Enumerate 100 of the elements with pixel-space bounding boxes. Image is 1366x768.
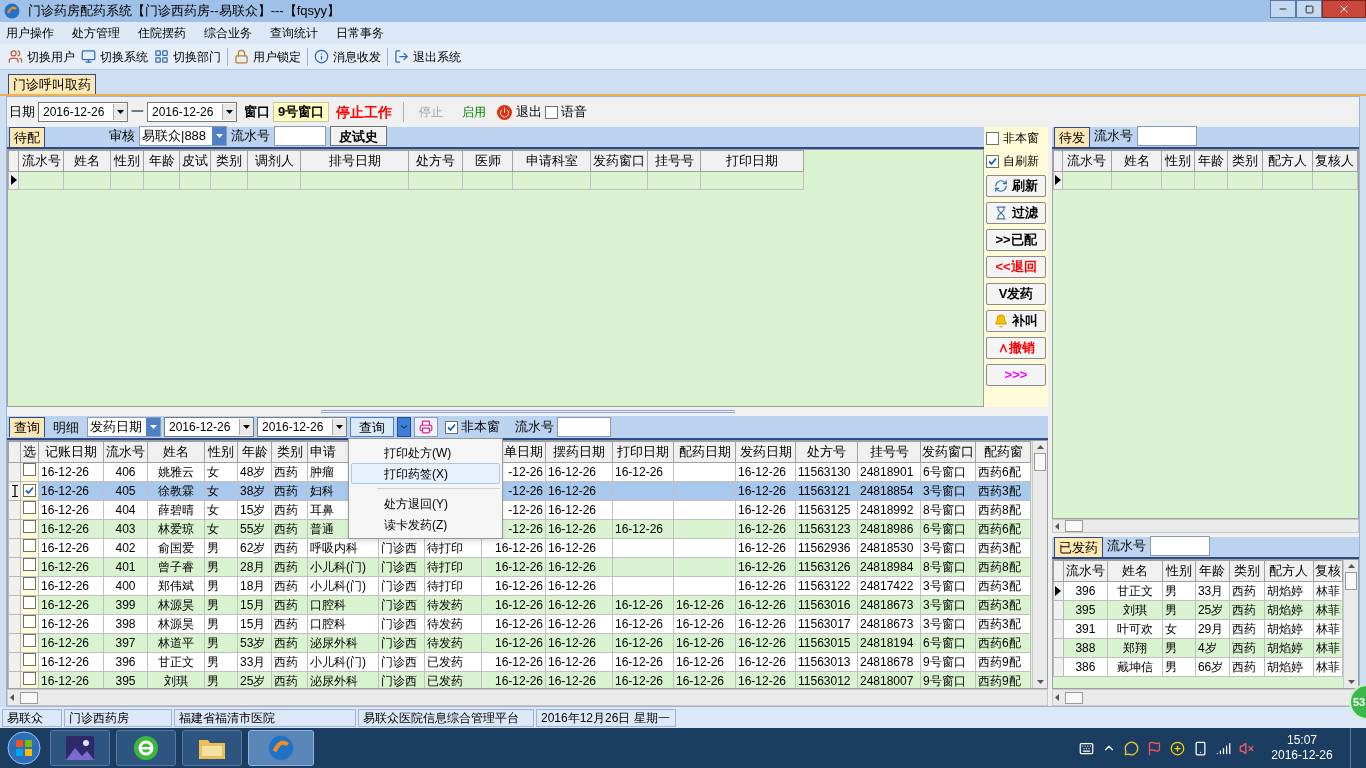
serial-input[interactable] bbox=[1137, 126, 1197, 146]
keyboard-icon[interactable] bbox=[1079, 740, 1094, 756]
menu-item[interactable]: 处方退回(Y) bbox=[351, 493, 500, 514]
table-cell: 16-12-26 bbox=[738, 616, 787, 631]
bell-icon bbox=[994, 314, 1008, 328]
table-cell: 西药 bbox=[1231, 583, 1256, 598]
table-cell: 11563130 bbox=[798, 464, 851, 479]
table-cell: 小儿科(门) bbox=[310, 559, 366, 574]
table-cell: 403 bbox=[115, 521, 136, 536]
date-dropdown[interactable]: 2016-12-26 bbox=[257, 417, 347, 437]
down-arrow-icon bbox=[1036, 680, 1044, 684]
tab[interactable]: 明细 bbox=[48, 417, 84, 437]
menu-item[interactable]: 日常事务 bbox=[334, 24, 386, 42]
table-cell: 406 bbox=[115, 464, 136, 479]
horizontal-scrollbar[interactable] bbox=[1052, 519, 1359, 533]
action-button[interactable]: 补叫 bbox=[986, 310, 1046, 332]
table-cell: 48岁 bbox=[240, 464, 266, 479]
checkbox[interactable] bbox=[986, 131, 999, 145]
checkbox[interactable] bbox=[545, 105, 559, 119]
menu-item[interactable]: 打印药签(X) bbox=[351, 463, 500, 484]
date-type-dropdown[interactable]: 发药日期 bbox=[87, 417, 161, 437]
skin-test-button[interactable]: 皮试史 bbox=[330, 126, 387, 146]
flag-icon[interactable] bbox=[1147, 740, 1162, 756]
table-cell: 28月 bbox=[240, 559, 266, 574]
table-cell: 24817422 bbox=[860, 578, 914, 593]
menu-item[interactable]: 打印处方(W) bbox=[351, 442, 500, 463]
toolbar-button[interactable]: 切换系统 bbox=[81, 47, 148, 66]
tab[interactable]: 待配 bbox=[9, 127, 45, 147]
table-cell: 已发药 bbox=[427, 654, 463, 669]
scroll-thumb[interactable] bbox=[1345, 572, 1357, 590]
toolbar-button[interactable]: 切换部门 bbox=[154, 47, 221, 66]
date-dropdown[interactable]: 2016-12-26 bbox=[164, 417, 254, 437]
tab[interactable]: 门诊呼叫取药 bbox=[8, 74, 96, 94]
action-button[interactable]: <<退回 bbox=[986, 256, 1046, 278]
table-cell: -12-26 bbox=[508, 521, 543, 536]
menu-item[interactable]: 综合业务 bbox=[202, 24, 254, 42]
date-dropdown[interactable]: 2016-12-26 bbox=[147, 102, 237, 122]
menu-item[interactable]: 查询统计 bbox=[268, 24, 320, 42]
table-cell: 门诊西 bbox=[381, 597, 417, 612]
checkbox[interactable] bbox=[23, 483, 36, 497]
table-cell: 俞国爱 bbox=[158, 540, 194, 555]
status-field: 2016年12月26日 星期一 bbox=[536, 708, 676, 727]
serial-input[interactable] bbox=[1150, 536, 1210, 556]
query-button[interactable]: 查询 bbox=[350, 417, 394, 437]
scroll-thumb[interactable] bbox=[1065, 520, 1083, 532]
table-cell: 16-12-26 bbox=[41, 597, 90, 612]
table-cell: 6号窗口 bbox=[923, 521, 966, 536]
start-button[interactable]: 启用 bbox=[458, 103, 491, 121]
tab[interactable]: 查询 bbox=[9, 417, 45, 437]
tab[interactable]: 已发药 bbox=[1054, 537, 1103, 557]
scroll-thumb[interactable] bbox=[1034, 453, 1046, 471]
print-button[interactable] bbox=[414, 417, 438, 437]
signal-icon[interactable] bbox=[1216, 740, 1231, 756]
action-button[interactable]: V发药 bbox=[986, 283, 1046, 305]
reviewer-dropdown[interactable]: 易联众|888 bbox=[139, 126, 227, 146]
checkbox[interactable] bbox=[445, 420, 458, 434]
taskbar-app[interactable] bbox=[182, 730, 242, 766]
action-button[interactable]: 过滤 bbox=[986, 202, 1046, 224]
scroll-thumb[interactable] bbox=[20, 691, 38, 704]
table-cell: 口腔科 bbox=[310, 597, 346, 612]
maximize-button[interactable] bbox=[1296, 0, 1322, 18]
menu-item[interactable]: 读卡发药(Z) bbox=[351, 514, 500, 535]
horizontal-scrollbar[interactable] bbox=[7, 689, 1048, 706]
start-button[interactable] bbox=[4, 729, 44, 767]
browser-icon bbox=[133, 735, 159, 761]
tab[interactable]: 待发 bbox=[1054, 127, 1090, 147]
toolbar-button[interactable]: 切换用户 bbox=[8, 47, 75, 66]
table-cell: 林菲 bbox=[1315, 659, 1340, 674]
menu-item[interactable]: 住院摆药 bbox=[136, 24, 188, 42]
action-button[interactable]: ∧撤销 bbox=[986, 337, 1046, 359]
toolbar-button[interactable]: 退出系统 bbox=[394, 47, 461, 66]
action-button[interactable]: >>已配 bbox=[986, 229, 1046, 251]
serial-input[interactable] bbox=[274, 126, 326, 146]
plus-icon[interactable] bbox=[1170, 740, 1185, 756]
scroll-thumb[interactable] bbox=[1065, 691, 1083, 704]
exit-button[interactable]: 退出 bbox=[497, 102, 543, 122]
vertical-scrollbar[interactable] bbox=[1343, 560, 1358, 688]
minimize-button[interactable] bbox=[1270, 0, 1296, 18]
table-cell: 16-12-26 bbox=[615, 616, 664, 631]
table-cell: 待发药 bbox=[427, 597, 463, 612]
menu-item[interactable]: 处方管理 bbox=[70, 24, 122, 42]
table-cell: 西药9配 bbox=[978, 673, 1021, 688]
taskbar-app[interactable] bbox=[116, 730, 176, 766]
table-cell: 11563126 bbox=[798, 559, 851, 574]
toolbar-button[interactable]: 消息收发 bbox=[314, 47, 381, 66]
table-cell: 男 bbox=[1164, 583, 1177, 598]
date-dropdown[interactable]: 2016-12-26 bbox=[38, 102, 128, 122]
info-icon bbox=[314, 49, 329, 64]
clock[interactable]: 15:07 2016-12-26 bbox=[1262, 733, 1342, 763]
vertical-scrollbar[interactable] bbox=[1032, 441, 1047, 688]
chat-icon[interactable] bbox=[1124, 740, 1139, 756]
table-cell: 16-12-26 bbox=[676, 635, 725, 650]
table-cell: 24818992 bbox=[860, 502, 914, 517]
mute-speaker-icon[interactable] bbox=[1239, 740, 1254, 756]
checkbox[interactable] bbox=[986, 154, 999, 168]
action-button[interactable]: 刷新 bbox=[986, 175, 1046, 197]
toolbar-button[interactable]: 用户锁定 bbox=[234, 47, 301, 66]
phone-icon[interactable] bbox=[1193, 740, 1208, 756]
serial-input[interactable] bbox=[557, 417, 611, 437]
menu-item[interactable]: 用户操作 bbox=[4, 24, 56, 42]
